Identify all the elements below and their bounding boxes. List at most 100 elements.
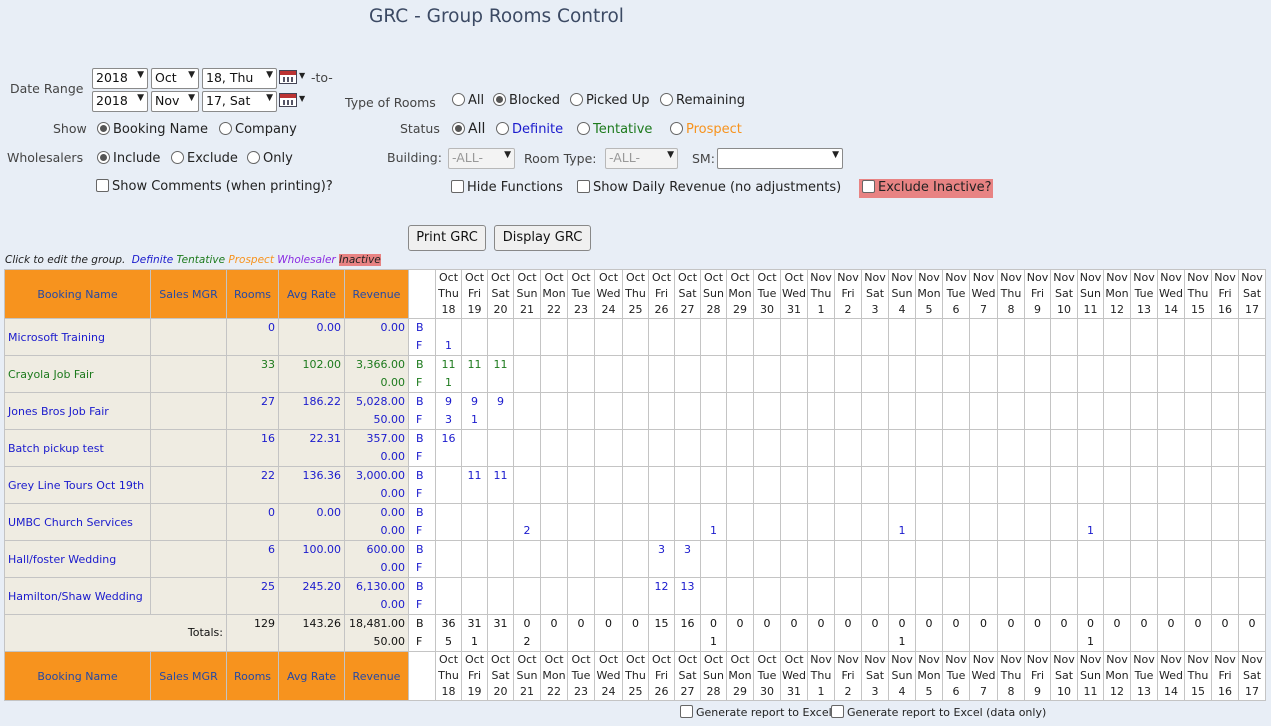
day-cell[interactable]	[622, 355, 649, 393]
day-cell[interactable]	[594, 429, 623, 467]
day-cell[interactable]	[700, 429, 727, 467]
day-cell[interactable]	[834, 577, 862, 615]
day-cell[interactable]	[700, 392, 727, 430]
day-cell[interactable]	[461, 318, 488, 356]
print-grc-button[interactable]: Print GRC	[408, 225, 486, 251]
day-cell[interactable]	[780, 429, 808, 467]
day-cell[interactable]	[969, 429, 998, 467]
show-booking-name-radio[interactable]: Booking Name	[97, 122, 208, 137]
day-cell[interactable]	[674, 392, 701, 430]
day-cell[interactable]	[1024, 355, 1051, 393]
day-cell[interactable]	[1077, 318, 1104, 356]
day-cell[interactable]	[1184, 318, 1212, 356]
day-cell[interactable]	[487, 318, 514, 356]
day-cell[interactable]: 91	[461, 392, 488, 430]
day-cell[interactable]: 9	[487, 392, 514, 430]
wholesalers-include-radio[interactable]: Include	[97, 151, 160, 166]
day-cell[interactable]	[1077, 577, 1104, 615]
day-cell[interactable]	[780, 577, 808, 615]
day-cell[interactable]	[1024, 503, 1051, 541]
day-cell[interactable]	[513, 355, 541, 393]
day-cell[interactable]	[594, 503, 623, 541]
day-cell[interactable]	[1024, 466, 1051, 504]
day-cell[interactable]	[487, 540, 514, 578]
day-cell[interactable]	[942, 540, 970, 578]
day-cell[interactable]	[622, 318, 649, 356]
table-row[interactable]: Grey Line Tours Oct 19th 22 136.36 3,000.00…	[4, 466, 1266, 504]
day-cell[interactable]	[969, 540, 998, 578]
day-cell[interactable]	[997, 429, 1025, 467]
day-cell[interactable]	[726, 466, 754, 504]
day-cell[interactable]	[674, 466, 701, 504]
day-cell[interactable]	[1077, 355, 1104, 393]
day-cell[interactable]	[540, 466, 568, 504]
day-cell[interactable]	[1050, 392, 1078, 430]
day-cell[interactable]	[567, 466, 595, 504]
day-cell[interactable]	[1211, 466, 1239, 504]
day-cell[interactable]	[594, 392, 623, 430]
day-cell[interactable]	[1103, 318, 1131, 356]
day-cell[interactable]	[861, 540, 889, 578]
status-prospect-radio[interactable]: Prospect	[670, 122, 742, 137]
day-cell[interactable]	[540, 577, 568, 615]
day-cell[interactable]	[1077, 392, 1104, 430]
day-cell[interactable]	[1184, 503, 1212, 541]
day-cell[interactable]	[487, 503, 514, 541]
day-cell[interactable]	[540, 503, 568, 541]
day-cell[interactable]	[1184, 540, 1212, 578]
day-cell[interactable]: 12	[648, 577, 675, 615]
day-cell[interactable]	[969, 392, 998, 430]
status-all-radio[interactable]: All	[452, 121, 485, 137]
to-calendar-icon[interactable]: ▼	[279, 92, 305, 108]
day-cell[interactable]	[915, 503, 943, 541]
day-cell[interactable]: 11	[461, 466, 488, 504]
day-cell[interactable]	[915, 577, 943, 615]
day-cell[interactable]	[861, 429, 889, 467]
day-cell[interactable]	[969, 318, 998, 356]
to-year-select[interactable]: 2018 ▼	[92, 91, 148, 112]
table-row[interactable]: Jones Bros Job Fair 27 186.22 5,028.00 50.00…	[4, 392, 1266, 430]
day-cell[interactable]	[1211, 503, 1239, 541]
day-cell[interactable]	[1238, 503, 1266, 541]
day-cell[interactable]	[567, 392, 595, 430]
day-cell[interactable]	[997, 540, 1025, 578]
booking-name-link[interactable]: UMBC Church Services	[4, 503, 151, 541]
day-cell[interactable]	[1050, 503, 1078, 541]
day-cell[interactable]	[807, 466, 835, 504]
day-cell[interactable]	[567, 540, 595, 578]
hide-functions-checkbox[interactable]: Hide Functions	[451, 180, 563, 195]
day-cell[interactable]	[1211, 429, 1239, 467]
day-cell[interactable]	[997, 577, 1025, 615]
day-cell[interactable]	[997, 466, 1025, 504]
rooms-blocked-radio[interactable]: Blocked	[493, 93, 560, 108]
booking-name-link[interactable]: Hall/foster Wedding	[4, 540, 151, 578]
day-cell[interactable]	[997, 318, 1025, 356]
day-cell[interactable]	[461, 429, 488, 467]
day-cell[interactable]	[648, 392, 675, 430]
day-cell[interactable]	[915, 355, 943, 393]
day-cell[interactable]	[540, 429, 568, 467]
day-cell[interactable]	[1077, 540, 1104, 578]
booking-name-link[interactable]: Batch pickup test	[4, 429, 151, 467]
day-cell[interactable]	[674, 429, 701, 467]
day-cell[interactable]	[540, 540, 568, 578]
day-cell[interactable]	[888, 577, 916, 615]
day-cell[interactable]: 1	[1077, 503, 1104, 541]
day-cell[interactable]	[942, 318, 970, 356]
day-cell[interactable]	[700, 355, 727, 393]
day-cell[interactable]	[567, 429, 595, 467]
day-cell[interactable]: 1	[435, 318, 462, 356]
day-cell[interactable]	[1184, 392, 1212, 430]
day-cell[interactable]	[622, 392, 649, 430]
day-cell[interactable]	[1238, 355, 1266, 393]
day-cell[interactable]	[969, 503, 998, 541]
day-cell[interactable]	[540, 392, 568, 430]
day-cell[interactable]	[780, 355, 808, 393]
wholesalers-only-radio[interactable]: Only	[247, 151, 293, 166]
day-cell[interactable]	[834, 318, 862, 356]
status-tentative-radio[interactable]: Tentative	[577, 122, 652, 137]
from-year-select[interactable]: 2018 ▼	[92, 68, 148, 89]
day-cell[interactable]	[674, 503, 701, 541]
day-cell[interactable]	[1238, 318, 1266, 356]
day-cell[interactable]: 11	[461, 355, 488, 393]
